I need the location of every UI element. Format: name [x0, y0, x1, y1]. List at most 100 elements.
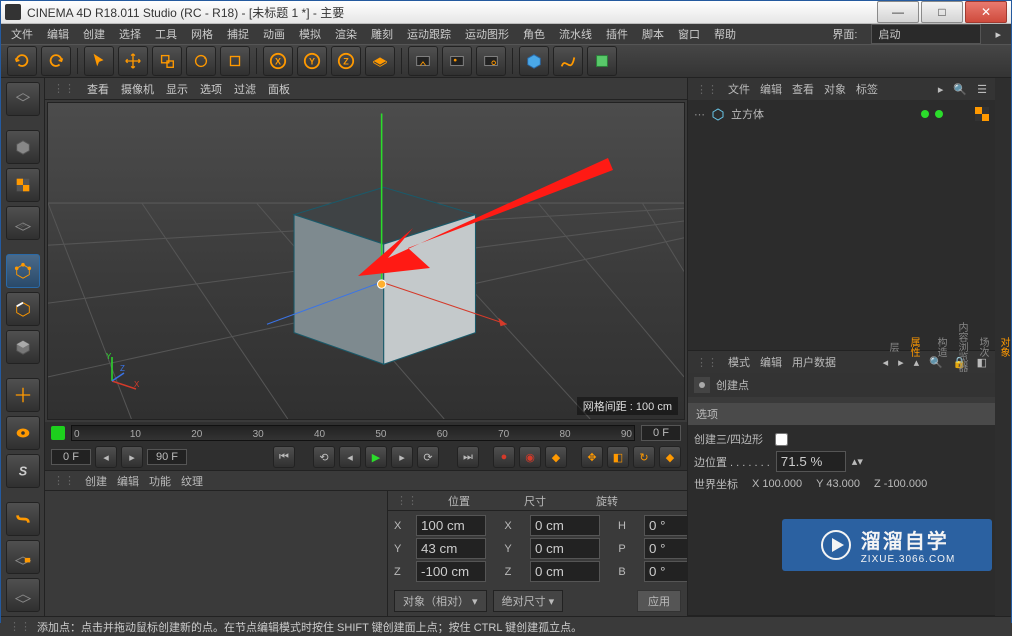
object-mode-dropdown[interactable]: 对象（相对） ▾: [394, 590, 487, 612]
axis-mode-button[interactable]: [6, 378, 40, 412]
search-icon[interactable]: 🔍: [953, 83, 967, 96]
menu-item[interactable]: 工具: [155, 26, 177, 42]
attr-tab[interactable]: 创建: [85, 473, 107, 489]
search-icon[interactable]: 🔍: [929, 356, 943, 369]
attr-tab[interactable]: 纹理: [181, 473, 203, 489]
z-axis-button[interactable]: Z: [331, 46, 361, 76]
coord-system-button[interactable]: [365, 46, 395, 76]
disclosure-icon[interactable]: ⋯: [694, 108, 705, 121]
phong-tag-icon[interactable]: [975, 107, 989, 121]
size-mode-dropdown[interactable]: 绝对尺寸 ▾: [493, 590, 564, 612]
next-frame-icon[interactable]: ▸: [391, 446, 413, 468]
render-settings-button[interactable]: [476, 46, 506, 76]
maximize-button[interactable]: □: [921, 1, 963, 23]
vp-menu-item[interactable]: 查看: [87, 81, 109, 97]
range-end[interactable]: 90 F: [147, 449, 187, 465]
redo-button[interactable]: [41, 46, 71, 76]
point-mode-button[interactable]: [6, 254, 40, 288]
spinner-icon[interactable]: ▴▾: [852, 455, 863, 468]
om-tab[interactable]: 标签: [856, 81, 878, 97]
side-tab[interactable]: 内容浏览器: [954, 322, 969, 372]
new-window-icon[interactable]: ◧: [977, 356, 987, 369]
prev-frame-icon[interactable]: ◂: [339, 446, 361, 468]
record-icon[interactable]: ●: [493, 446, 515, 468]
next-key-icon[interactable]: ⟳: [417, 446, 439, 468]
minimize-button[interactable]: —: [877, 1, 919, 23]
model-mode-button[interactable]: [6, 130, 40, 164]
menu-item[interactable]: 模拟: [299, 26, 321, 42]
menu-item[interactable]: 动画: [263, 26, 285, 42]
recent-tool-button[interactable]: [220, 46, 250, 76]
timeline[interactable]: 0 10 20 30 40 50 60 70 80 90 0 F: [45, 422, 687, 444]
rotate-button[interactable]: [186, 46, 216, 76]
menu-item[interactable]: 运动图形: [465, 26, 509, 42]
planar-workplane-button[interactable]: [6, 578, 40, 612]
menu-item[interactable]: 编辑: [47, 26, 69, 42]
vp-menu-item[interactable]: 过滤: [234, 81, 256, 97]
scale-button[interactable]: [152, 46, 182, 76]
x-axis-button[interactable]: X: [263, 46, 293, 76]
snap-button[interactable]: S: [6, 454, 40, 488]
menu-item[interactable]: 角色: [523, 26, 545, 42]
move-button[interactable]: [118, 46, 148, 76]
generator-button[interactable]: [587, 46, 617, 76]
grip-icon[interactable]: ⋮⋮: [696, 356, 718, 369]
size-z-input[interactable]: [530, 561, 600, 582]
render-picture-button[interactable]: [442, 46, 472, 76]
render-view-button[interactable]: [408, 46, 438, 76]
texture-mode-button[interactable]: [6, 168, 40, 202]
am-tab[interactable]: 模式: [728, 354, 750, 370]
menu-item[interactable]: 帮助: [714, 26, 736, 42]
spline-button[interactable]: [553, 46, 583, 76]
vp-menu-item[interactable]: 选项: [200, 81, 222, 97]
menu-item[interactable]: 捕捉: [227, 26, 249, 42]
side-tab[interactable]: 场次: [975, 337, 990, 357]
menu-item[interactable]: 网格: [191, 26, 213, 42]
grip-icon[interactable]: ⋮⋮: [53, 82, 75, 95]
pos-x-input[interactable]: [416, 515, 486, 536]
object-row[interactable]: ⋯ 立方体: [694, 104, 989, 124]
menu-item[interactable]: 窗口: [678, 26, 700, 42]
vp-menu-item[interactable]: 显示: [166, 81, 188, 97]
make-editable-button[interactable]: [6, 82, 40, 116]
y-axis-button[interactable]: Y: [297, 46, 327, 76]
locked-workplane-button[interactable]: [6, 540, 40, 574]
side-tab[interactable]: 属性: [906, 337, 921, 357]
attr-tab[interactable]: 编辑: [117, 473, 139, 489]
vp-menu-item[interactable]: 面板: [268, 81, 290, 97]
side-tab[interactable]: 构造: [933, 337, 948, 357]
goto-start-icon[interactable]: ⏮: [273, 446, 295, 468]
range-next-icon[interactable]: ▸: [121, 446, 143, 468]
primitive-cube-button[interactable]: [519, 46, 549, 76]
range-start[interactable]: 0 F: [51, 449, 91, 465]
apply-button[interactable]: 应用: [637, 590, 681, 612]
grip-icon[interactable]: ⋮⋮: [9, 620, 31, 633]
timeline-start-marker[interactable]: [51, 426, 65, 440]
range-prev-icon[interactable]: ◂: [95, 446, 117, 468]
goto-end-icon[interactable]: ⏭: [457, 446, 479, 468]
side-tab[interactable]: 层: [885, 342, 900, 352]
am-tab[interactable]: 用户数据: [792, 354, 836, 370]
close-button[interactable]: ✕: [965, 1, 1007, 23]
om-tab[interactable]: 文件: [728, 81, 750, 97]
options-header[interactable]: 选项: [688, 403, 995, 425]
polygon-mode-button[interactable]: [6, 330, 40, 364]
key-move-icon[interactable]: ✥: [581, 446, 603, 468]
edge-mode-button[interactable]: [6, 292, 40, 326]
menu-item[interactable]: 雕刻: [371, 26, 393, 42]
om-tab[interactable]: 编辑: [760, 81, 782, 97]
nav-back-icon[interactable]: ◂: [883, 356, 889, 369]
grip-icon[interactable]: ⋮⋮: [396, 494, 418, 507]
edge-pos-input[interactable]: [776, 451, 846, 472]
key-scale-icon[interactable]: ◧: [607, 446, 629, 468]
pos-z-input[interactable]: [416, 561, 486, 582]
filter-icon[interactable]: ☰: [977, 83, 987, 96]
select-button[interactable]: [84, 46, 114, 76]
prev-key-icon[interactable]: ⟲: [313, 446, 335, 468]
autokey-icon[interactable]: ◉: [519, 446, 541, 468]
visibility-render-dot[interactable]: [935, 110, 943, 118]
om-tab[interactable]: 查看: [792, 81, 814, 97]
menu-item[interactable]: 运动跟踪: [407, 26, 451, 42]
tri-quad-checkbox[interactable]: [775, 433, 788, 446]
vp-menu-item[interactable]: 摄像机: [121, 81, 154, 97]
